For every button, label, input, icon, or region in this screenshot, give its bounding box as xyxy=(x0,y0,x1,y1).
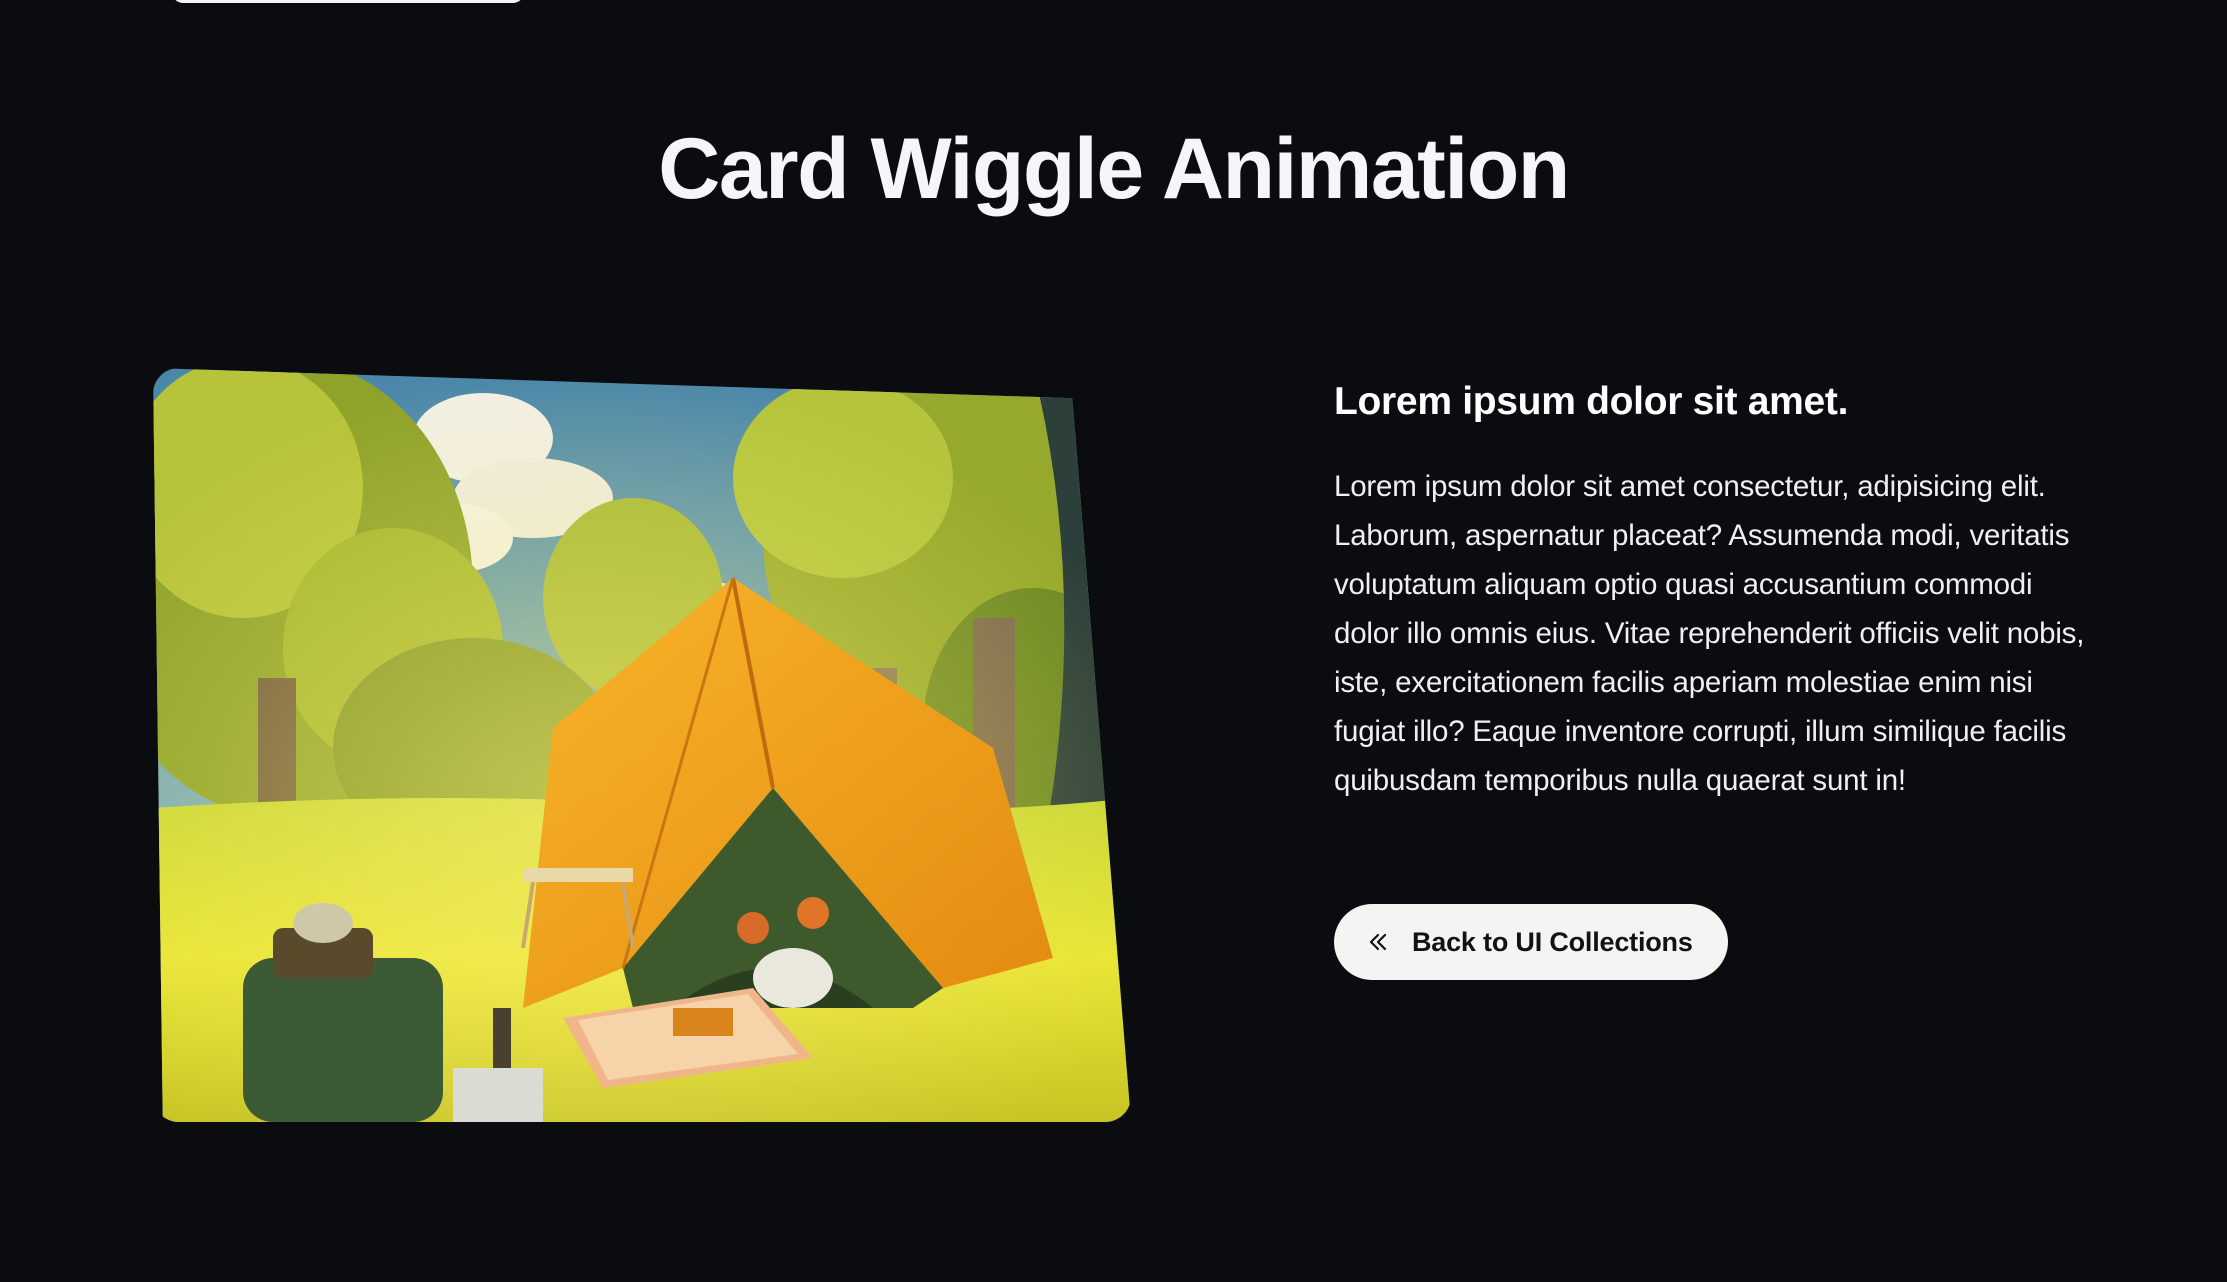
card-container[interactable] xyxy=(153,368,1131,1122)
back-to-collections-button[interactable]: Back to UI Collections xyxy=(1334,904,1728,980)
top-nav-pill[interactable] xyxy=(172,0,524,3)
content-heading: Lorem ipsum dolor sit amet. xyxy=(1334,380,1849,423)
page-title: Card Wiggle Animation xyxy=(658,121,1570,217)
card-image xyxy=(153,368,1131,1122)
camping-illustration-image xyxy=(153,368,1131,1122)
content-body: Lorem ipsum dolor sit amet consectetur, … xyxy=(1334,470,2085,797)
content-section: Lorem ipsum dolor sit amet. Lorem ipsum … xyxy=(1334,380,2094,805)
back-button-label: Back to UI Collections xyxy=(1412,926,1693,957)
double-chevron-left-icon xyxy=(1366,930,1390,954)
